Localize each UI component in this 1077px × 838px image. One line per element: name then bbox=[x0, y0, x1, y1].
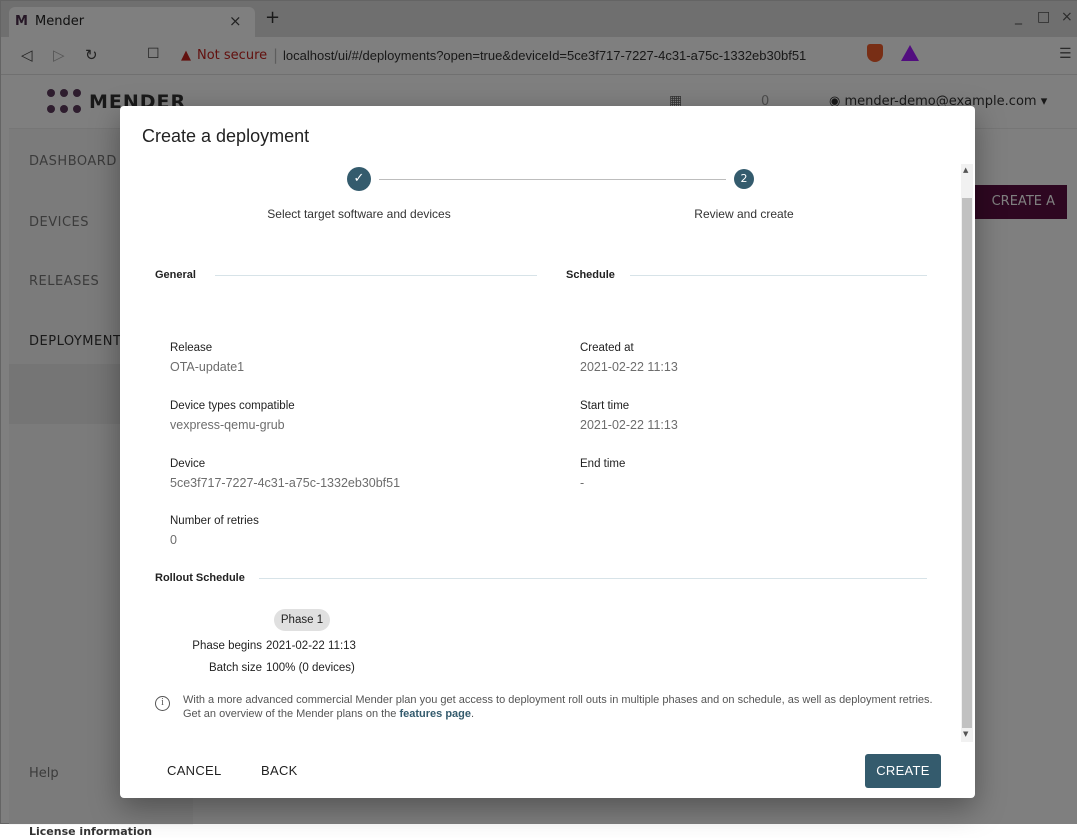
stepper-connector bbox=[379, 179, 726, 180]
retries-label: Number of retries bbox=[170, 515, 259, 527]
rollout-section-title: Rollout Schedule bbox=[155, 572, 245, 584]
info-icon: i bbox=[155, 696, 170, 711]
sidebar-license-link[interactable]: License information bbox=[29, 825, 152, 838]
phase-begins-label: Phase begins bbox=[192, 640, 262, 652]
batch-size-value: 100% (0 devices) bbox=[266, 662, 355, 674]
created-at-label: Created at bbox=[580, 342, 634, 354]
plan-info-suffix: . bbox=[471, 708, 475, 720]
release-label: Release bbox=[170, 342, 213, 354]
dialog-title: Create a deployment bbox=[142, 126, 310, 146]
plan-info-text: With a more advanced commercial Mender p… bbox=[183, 693, 943, 721]
device-value: 5ce3f717-7227-4c31-a75c-1332eb30bf51 bbox=[170, 476, 401, 490]
start-time-label: Start time bbox=[580, 400, 630, 412]
scroll-up-icon[interactable]: ▲ bbox=[963, 166, 968, 174]
scroll-down-icon[interactable]: ▼ bbox=[963, 730, 968, 738]
end-time-label: End time bbox=[580, 458, 626, 470]
device-types-value: vexpress-qemu-grub bbox=[170, 418, 285, 432]
back-button[interactable]: BACK bbox=[261, 763, 298, 778]
create-deployment-dialog: Create a deployment ✓ 2 Select target so… bbox=[120, 106, 975, 798]
step-1-check-icon: ✓ bbox=[347, 167, 371, 191]
start-time-value: 2021-02-22 11:13 bbox=[580, 418, 678, 432]
cancel-button[interactable]: CANCEL bbox=[167, 763, 222, 778]
release-value: OTA-update1 bbox=[170, 360, 245, 374]
step-1-label: Select target software and devices bbox=[267, 207, 451, 221]
batch-size-label: Batch size bbox=[208, 662, 262, 674]
created-at-value: 2021-02-22 11:13 bbox=[580, 360, 678, 374]
create-button[interactable]: CREATE bbox=[865, 754, 941, 788]
features-page-link[interactable]: features page bbox=[399, 708, 471, 720]
general-section-title: General bbox=[155, 269, 196, 281]
schedule-section-title: Schedule bbox=[566, 269, 615, 281]
device-label: Device bbox=[170, 458, 206, 470]
phase-begins-value: 2021-02-22 11:13 bbox=[266, 640, 356, 652]
plan-info-body: With a more advanced commercial Mender p… bbox=[183, 694, 933, 720]
device-types-label: Device types compatible bbox=[170, 400, 295, 412]
step-2-label: Review and create bbox=[694, 207, 794, 221]
retries-value: 0 bbox=[170, 533, 177, 547]
schedule-divider bbox=[630, 275, 927, 276]
general-divider bbox=[215, 275, 537, 276]
scrollbar-thumb[interactable] bbox=[962, 198, 972, 728]
end-time-value: - bbox=[580, 476, 585, 490]
phase-chip: Phase 1 bbox=[274, 609, 330, 631]
rollout-divider bbox=[259, 578, 927, 579]
step-2-indicator: 2 bbox=[734, 169, 754, 189]
